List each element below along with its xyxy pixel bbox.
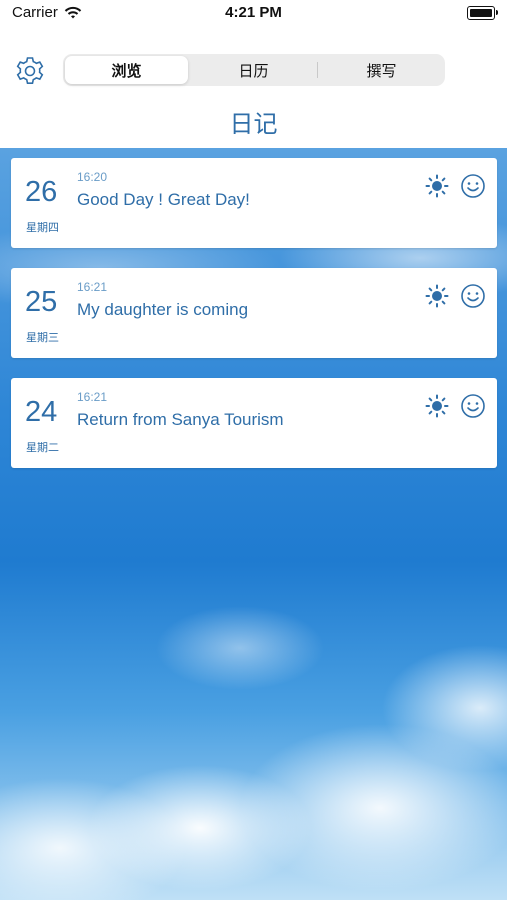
entry-weekday: 星期二 xyxy=(26,442,59,454)
header: 浏览 日历 撰写 日记 xyxy=(0,28,507,148)
sun-icon xyxy=(425,284,449,308)
gear-icon[interactable] xyxy=(14,55,46,87)
smile-icon xyxy=(461,394,485,418)
entry-day: 25 xyxy=(25,286,58,318)
smile-icon xyxy=(461,284,485,308)
sky-background xyxy=(0,148,507,900)
entry-time: 16:21 xyxy=(77,280,108,294)
entry-title: Return from Sanya Tourism xyxy=(77,410,284,429)
entry-day: 26 xyxy=(25,176,58,208)
diary-entry[interactable]: 25 星期三 16:21 My daughter is coming xyxy=(11,268,497,358)
entry-title: Good Day ! Great Day! xyxy=(77,190,250,209)
smile-icon xyxy=(461,174,485,198)
entry-day: 24 xyxy=(25,396,58,428)
entry-time: 16:20 xyxy=(77,170,108,184)
diary-entry[interactable]: 24 星期二 16:21 Return from Sanya Tourism xyxy=(11,378,497,468)
segmented-control: 浏览 日历 撰写 xyxy=(63,54,445,86)
entry-time: 16:21 xyxy=(77,390,108,404)
entry-weekday: 星期三 xyxy=(26,332,59,344)
segment-divider xyxy=(317,62,318,78)
diary-entry[interactable]: 26 星期四 16:20 Good Day ! Great Day! xyxy=(11,158,497,248)
sun-icon xyxy=(425,174,449,198)
battery-icon xyxy=(467,6,498,20)
tab-calendar[interactable]: 日历 xyxy=(192,56,315,84)
entry-title: My daughter is coming xyxy=(77,300,249,319)
tab-browse[interactable]: 浏览 xyxy=(65,56,188,84)
status-time: 4:21 PM xyxy=(225,4,282,21)
page-title: 日记 xyxy=(229,111,278,138)
status-bar: Carrier 4:21 PM xyxy=(0,0,507,28)
entry-weekday: 星期四 xyxy=(26,222,59,234)
tab-compose[interactable]: 撰写 xyxy=(320,56,443,84)
sun-icon xyxy=(425,394,449,418)
